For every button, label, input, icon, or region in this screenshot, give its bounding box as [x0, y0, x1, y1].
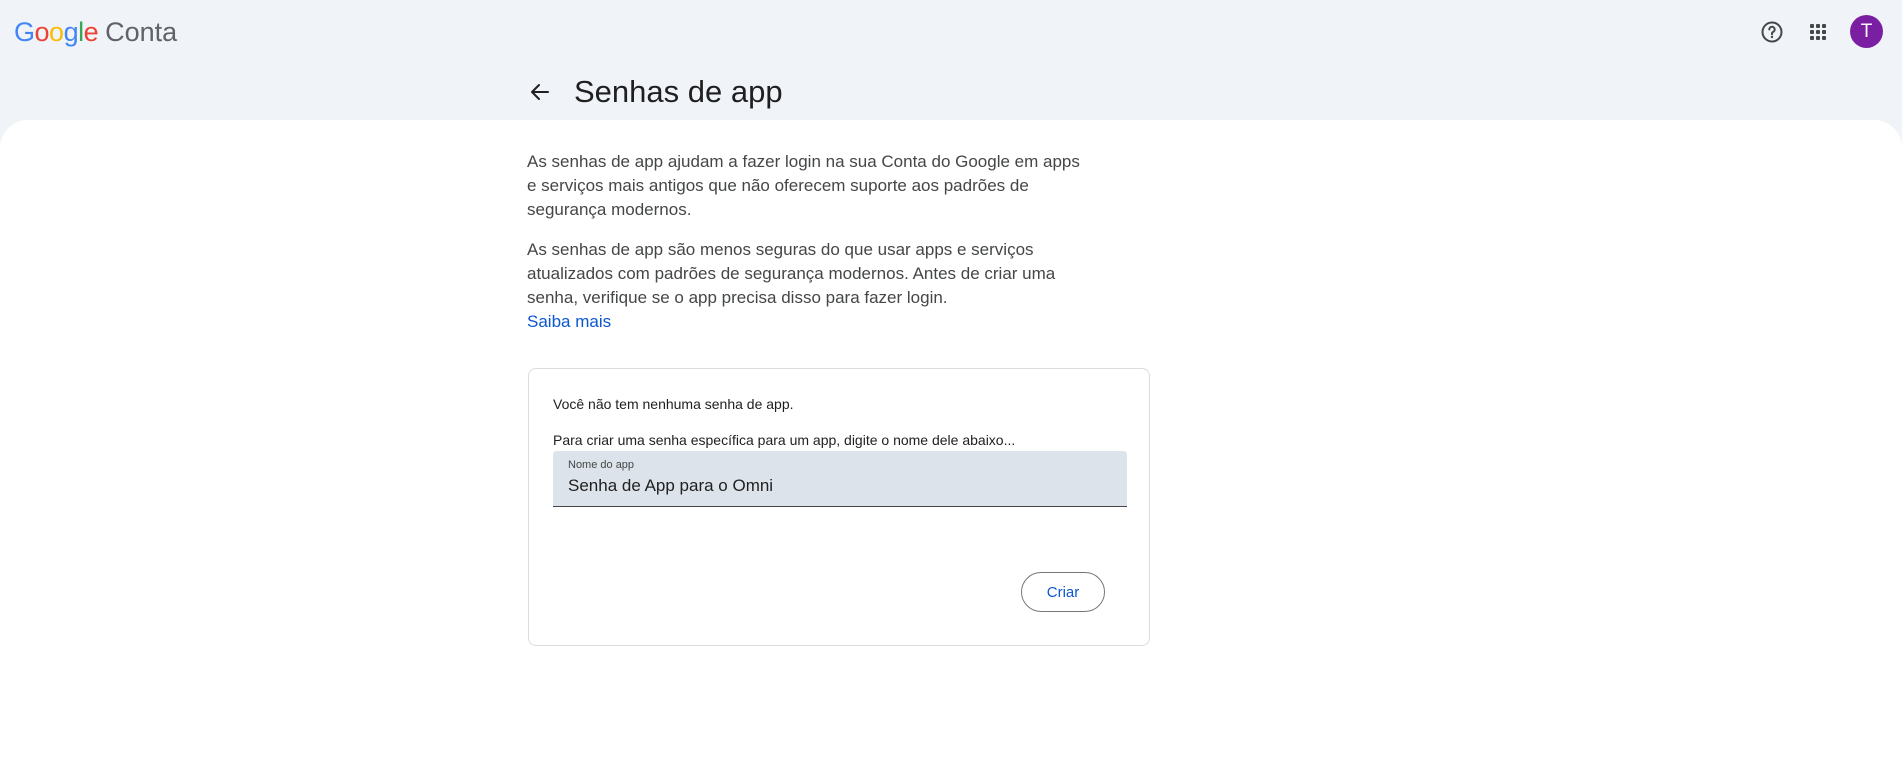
help-button[interactable] [1754, 14, 1790, 50]
app-password-card: Você não tem nenhuma senha de app. Para … [528, 368, 1150, 646]
product-name: Conta [105, 17, 178, 47]
app-name-label: Nome do app [568, 459, 635, 471]
google-wordmark: Google [14, 17, 99, 47]
create-button[interactable]: Criar [1021, 572, 1105, 612]
back-button[interactable] [518, 70, 562, 114]
top-bar: Google Conta T [0, 0, 1902, 64]
google-apps-button[interactable] [1800, 14, 1836, 50]
app-name-field[interactable]: Nome do app [553, 451, 1127, 507]
main-content: As senhas de app ajudam a fazer login na… [0, 120, 1902, 757]
empty-state-message: Você não tem nenhuma senha de app. [553, 396, 794, 412]
create-instructions: Para criar uma senha específica para um … [553, 432, 1016, 448]
description-paragraph-2: As senhas de app são menos seguras do qu… [527, 238, 1087, 334]
page-header: Senhas de app [518, 70, 783, 114]
google-account-logo[interactable]: Google Conta [14, 17, 177, 48]
description-paragraph-1: As senhas de app ajudam a fazer login na… [527, 152, 1080, 219]
description-paragraph-2-text: As senhas de app são menos seguras do qu… [527, 240, 1056, 307]
apps-grid-icon [1810, 24, 1826, 40]
learn-more-link[interactable]: Saiba mais [527, 312, 611, 331]
arrow-back-icon [531, 84, 549, 100]
page-title: Senhas de app [574, 74, 783, 109]
app-name-input[interactable] [568, 476, 1108, 496]
account-avatar[interactable]: T [1850, 15, 1883, 48]
description-section: As senhas de app ajudam a fazer login na… [527, 150, 1087, 350]
help-circle-icon [1761, 21, 1783, 43]
